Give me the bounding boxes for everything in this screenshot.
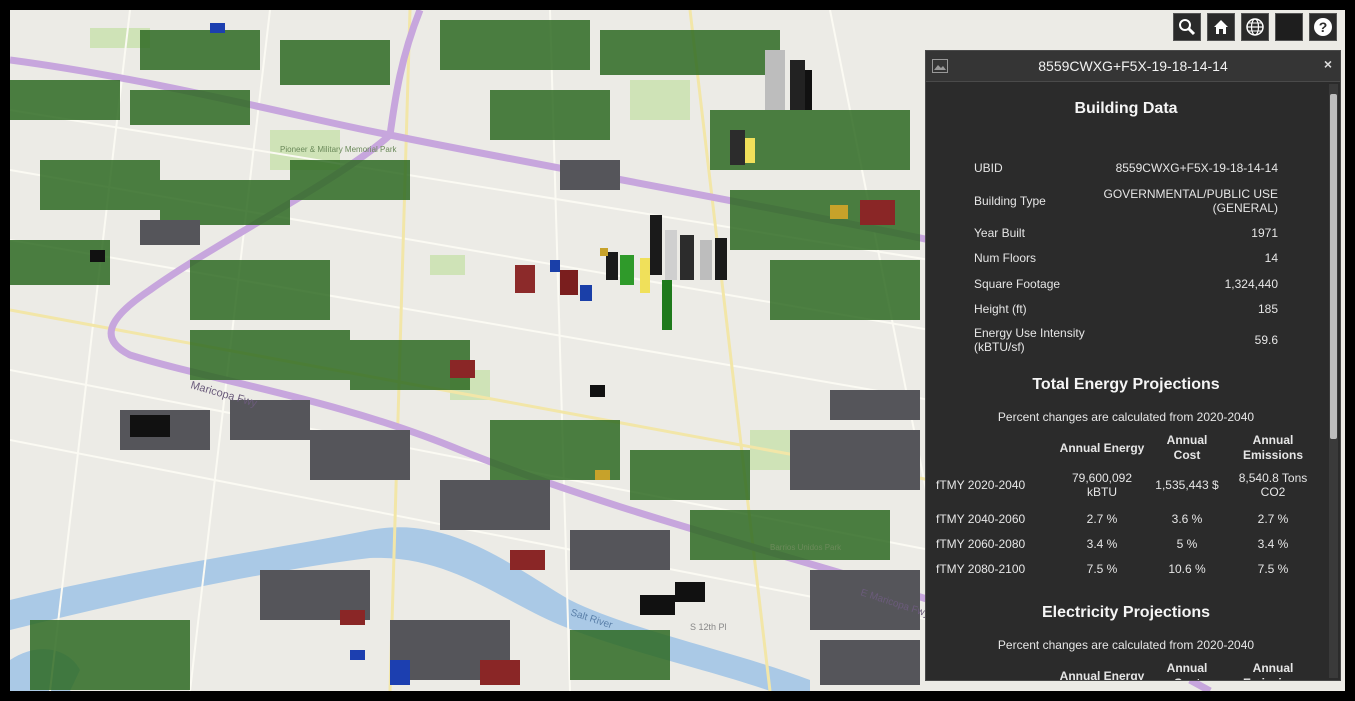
- basemap-button[interactable]: [1275, 13, 1303, 41]
- globe-button[interactable]: [1241, 13, 1269, 41]
- row-ubid: UBID 8559CWXG+F5X-19-18-14-14: [974, 161, 1278, 175]
- electricity-note: Percent changes are calculated from 2020…: [997, 638, 1255, 652]
- cell-emissions: 2.7 %: [1257, 511, 1289, 526]
- row-value: 185: [1257, 302, 1278, 316]
- row-label: Energy Use Intensity (kBTU/sf): [974, 326, 1085, 354]
- table-header-blank: [934, 432, 1054, 464]
- cell-energy: 79,600,092 kBTU: [1071, 471, 1133, 499]
- row-label: fTMY 2040-2060: [936, 511, 1026, 526]
- cell-energy: 7.5 %: [1086, 561, 1118, 576]
- row-label: fTMY 2020-2040: [936, 478, 1026, 492]
- total-energy-table: Annual Energy Annual Cost Annual Emissio…: [934, 432, 1322, 581]
- electricity-heading: Electricity Projections: [1041, 604, 1211, 621]
- row-label: fTMY 2060-2080: [936, 536, 1026, 551]
- table-header: Annual Energy: [1059, 668, 1145, 681]
- total-energy-heading: Total Energy Projections: [1032, 376, 1220, 393]
- row-year-built: Year Built 1971: [974, 226, 1278, 240]
- cell-energy: 2.7 %: [1086, 511, 1118, 526]
- row-square-footage: Square Footage 1,324,440: [974, 277, 1278, 291]
- panel-title: 8559CWXG+F5X-19-18-14-14: [1038, 58, 1228, 74]
- cell-emissions: 8,540.8 Tons CO2: [1238, 471, 1308, 499]
- row-num-floors: Num Floors 14: [974, 251, 1278, 265]
- help-button[interactable]: ?: [1309, 13, 1337, 41]
- row-value: 8559CWXG+F5X-19-18-14-14: [1115, 161, 1278, 175]
- total-energy-note: Percent changes are calculated from 2020…: [997, 410, 1255, 424]
- row-label: Year Built: [974, 226, 1025, 240]
- row-height: Height (ft) 185: [974, 302, 1278, 316]
- close-icon[interactable]: ×: [1324, 56, 1332, 72]
- table-row: fTMY 2040-2060 2.7 % 3.6 % 2.7 %: [934, 506, 1322, 531]
- svg-text:?: ?: [1319, 19, 1328, 35]
- map-frame: Maricopa Fwy Salt River S 12th Pl Barrio…: [10, 10, 1345, 691]
- row-label: Square Footage: [974, 277, 1061, 291]
- building-data-heading: Building Data: [1074, 100, 1178, 117]
- row-value: 1,324,440: [1224, 277, 1278, 291]
- row-value: GOVERNMENTAL/PUBLIC USE (GENERAL): [1103, 187, 1278, 215]
- cell-emissions: 3.4 %: [1257, 536, 1289, 551]
- table-row: fTMY 2020-2040 79,600,092 kBTU 1,535,443…: [934, 464, 1322, 506]
- cell-cost: 10.6 %: [1168, 561, 1206, 576]
- cell-cost: 5 %: [1176, 536, 1198, 551]
- table-header-blank: [934, 660, 1054, 680]
- row-value: 14: [1264, 251, 1278, 265]
- row-label: fTMY 2080-2100: [936, 561, 1026, 576]
- table-row: fTMY 2080-2100 7.5 % 10.6 % 7.5 %: [934, 556, 1322, 581]
- map-cemetery-label: Pioneer & Military Memorial Park: [280, 145, 397, 154]
- map-park-label: Barrios Unidos Park: [770, 543, 842, 552]
- row-value: 1971: [1251, 226, 1278, 240]
- map-street-label: S 12th Pl: [690, 622, 727, 632]
- row-label: UBID: [974, 161, 1003, 175]
- table-header: Annual Emissions: [1242, 433, 1304, 462]
- image-icon: [932, 59, 948, 73]
- home-button[interactable]: [1207, 13, 1235, 41]
- panel-header[interactable]: 8559CWXG+F5X-19-18-14-14 ×: [926, 51, 1340, 82]
- row-value: 59.6: [1254, 333, 1278, 347]
- row-label: Num Floors: [974, 251, 1037, 265]
- panel-scrollbar[interactable]: [1329, 84, 1338, 678]
- help-icon: ?: [1314, 18, 1332, 36]
- row-eui: Energy Use Intensity (kBTU/sf) 59.6: [974, 326, 1278, 354]
- row-label: Building Type: [974, 194, 1046, 208]
- cell-cost: 3.6 %: [1171, 511, 1203, 526]
- table-header: Annual Emissions: [1243, 661, 1303, 680]
- building-info-panel: 8559CWXG+F5X-19-18-14-14 × Building Data…: [925, 50, 1341, 681]
- scrollbar-thumb[interactable]: [1330, 94, 1337, 439]
- cell-emissions: 7.5 %: [1257, 561, 1289, 576]
- cell-cost: 1,535,443 $: [1155, 478, 1219, 492]
- row-label: Height (ft): [974, 302, 1027, 316]
- table-row: fTMY 2060-2080 3.4 % 5 % 3.4 %: [934, 531, 1322, 556]
- electricity-table: Annual Energy Annual Cost Annual Emissio…: [934, 660, 1322, 680]
- search-button[interactable]: [1173, 13, 1201, 41]
- home-icon: [1214, 20, 1228, 34]
- map-toolbar: ?: [1173, 13, 1337, 41]
- cell-energy: 3.4 %: [1086, 536, 1118, 551]
- table-header: Annual Cost: [1166, 661, 1208, 680]
- panel-body[interactable]: Building Data UBID 8559CWXG+F5X-19-18-14…: [926, 82, 1326, 680]
- search-icon: [1179, 19, 1196, 36]
- row-building-type: Building Type GOVERNMENTAL/PUBLIC USE (G…: [974, 187, 1278, 215]
- globe-icon: [1246, 18, 1264, 36]
- table-header: Annual Energy: [1059, 440, 1145, 455]
- table-header: Annual Cost: [1166, 433, 1208, 462]
